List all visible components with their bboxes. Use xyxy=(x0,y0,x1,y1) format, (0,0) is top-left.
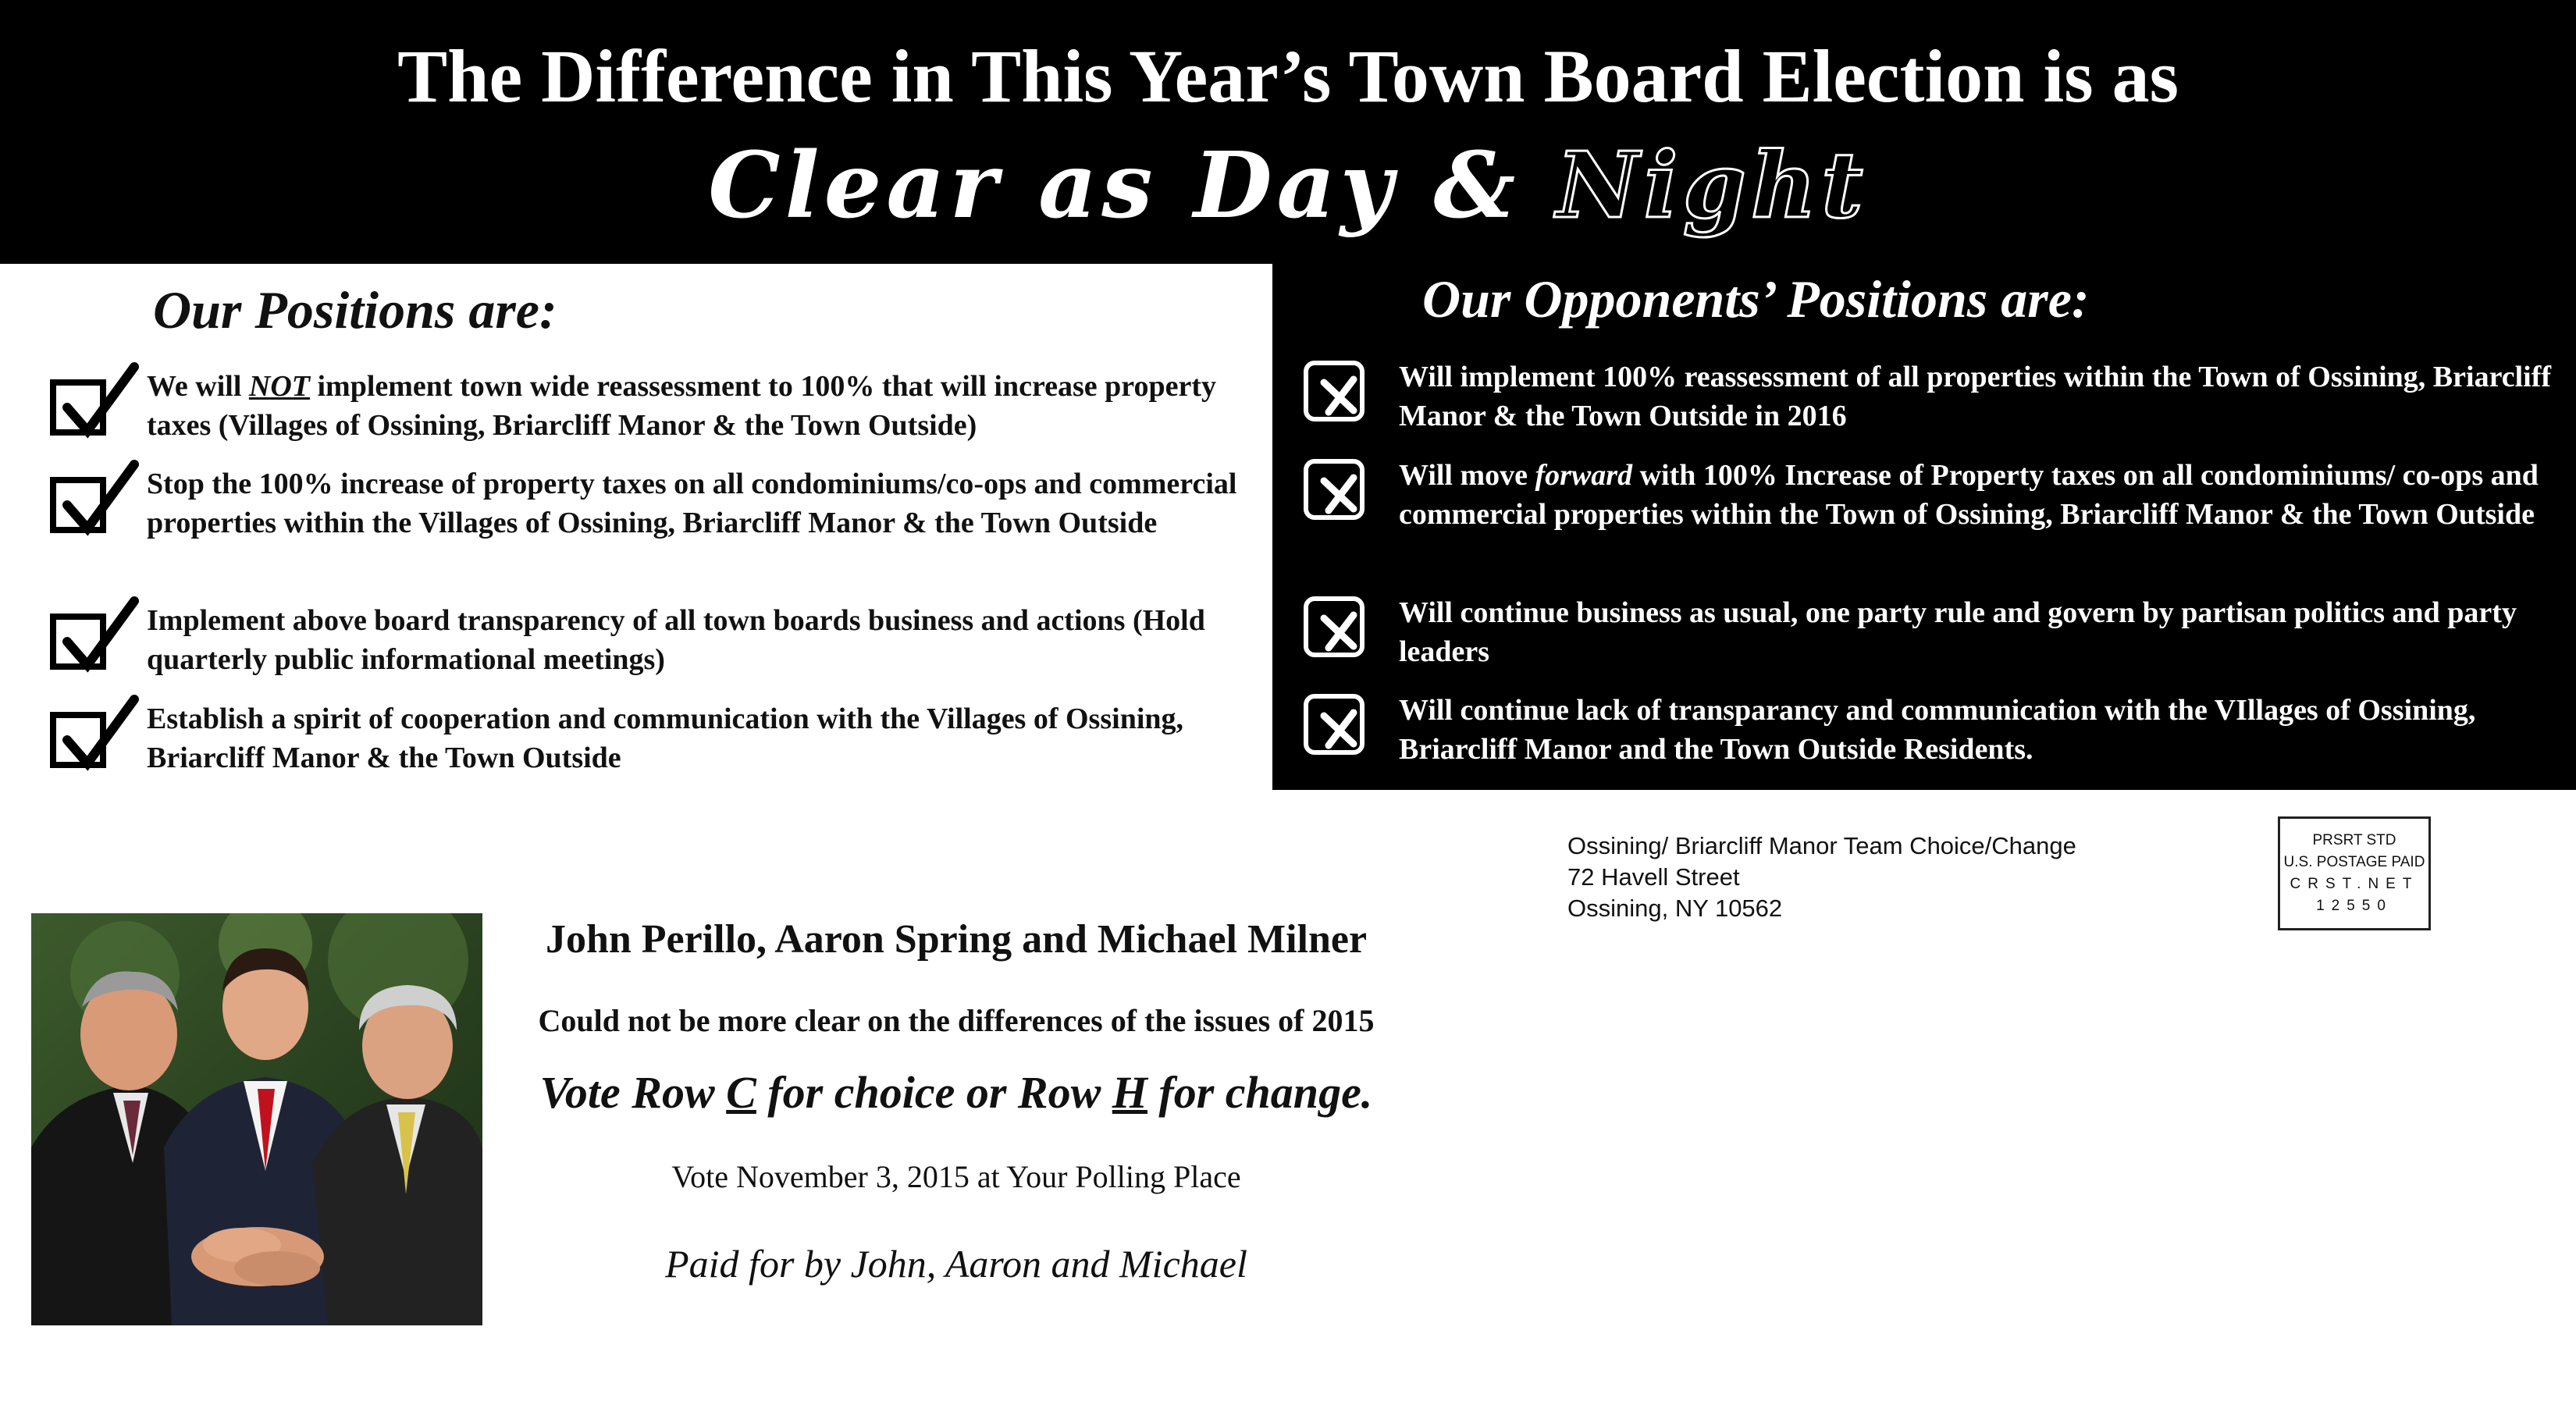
x-mark-icon xyxy=(1304,361,1364,422)
indicia-line: CRST.NET xyxy=(2290,876,2419,892)
vote-row-line: Vote Row C for choice or Row H for chang… xyxy=(539,1067,1373,1118)
emphasis-not: NOT xyxy=(248,370,310,403)
indicia-line: 12550 xyxy=(2316,898,2393,914)
return-address-line: 72 Havell Street xyxy=(1567,863,1740,891)
candidates-photo xyxy=(31,913,482,1325)
x-mark-icon xyxy=(1304,459,1364,520)
opponent-position-text: Will move forward with 100% Increase of … xyxy=(1399,459,2539,531)
clear-differences-line: Could not be more clear on the differenc… xyxy=(538,1003,1375,1038)
indicia-line: U.S. POSTAGE PAID xyxy=(2283,854,2425,870)
headline-clear-as-day: Clear as Day & xyxy=(708,133,1557,239)
checkmark-icon xyxy=(50,695,139,771)
return-address-line: Ossining, NY 10562 xyxy=(1567,895,1783,922)
headline-line-2: Clear as Day & Night xyxy=(0,131,2576,240)
x-mark-icon xyxy=(1304,694,1364,755)
our-position-text: We will NOT implement town wide reassess… xyxy=(147,370,1216,442)
row-h-label: H xyxy=(1112,1067,1147,1118)
headline-line-1: The Difference in This Year’s Town Board… xyxy=(397,34,2179,118)
x-mark-icon xyxy=(1304,596,1364,657)
return-address: Ossining/ Briarcliff Manor Team Choice/C… xyxy=(1567,831,2076,924)
header-banner: The Difference in This Year’s Town Board… xyxy=(0,0,2576,264)
emphasis-forward: forward xyxy=(1535,459,1633,492)
vote-date-line: Vote November 3, 2015 at Your Polling Pl… xyxy=(671,1159,1241,1194)
indicia-line: PRSRT STD xyxy=(2312,832,2396,848)
row-c-label: C xyxy=(726,1067,756,1118)
return-address-line: Ossining/ Briarcliff Manor Team Choice/C… xyxy=(1567,832,2076,859)
checkmark-icon xyxy=(50,362,139,439)
our-position-text: Stop the 100% increase of property taxes… xyxy=(147,468,1237,539)
opponents-positions-title: Our Opponents’ Positions are: xyxy=(1422,269,2090,329)
our-positions-title: Our Positions are: xyxy=(153,280,557,340)
opponent-position-text: Will implement 100% reassessment of all … xyxy=(1399,361,2552,432)
paid-for-line: Paid for by John, Aaron and Michael xyxy=(665,1242,1247,1286)
our-position-text: Establish a spirit of cooperation and co… xyxy=(147,702,1184,774)
checkmark-icon xyxy=(50,596,139,673)
opponent-position-text: Will continue lack of transparancy and c… xyxy=(1399,694,2476,766)
postage-indicia: PRSRT STD U.S. POSTAGE PAID CRST.NET 125… xyxy=(2278,816,2431,930)
our-position-text: Implement above board transparency of al… xyxy=(147,604,1205,676)
headline-night: Night xyxy=(1555,132,1868,240)
checkmark-icon xyxy=(50,460,139,536)
candidates-names: John Perillo, Aaron Spring and Michael M… xyxy=(545,917,1368,962)
opponent-position-text: Will continue business as usual, one par… xyxy=(1399,596,2517,668)
